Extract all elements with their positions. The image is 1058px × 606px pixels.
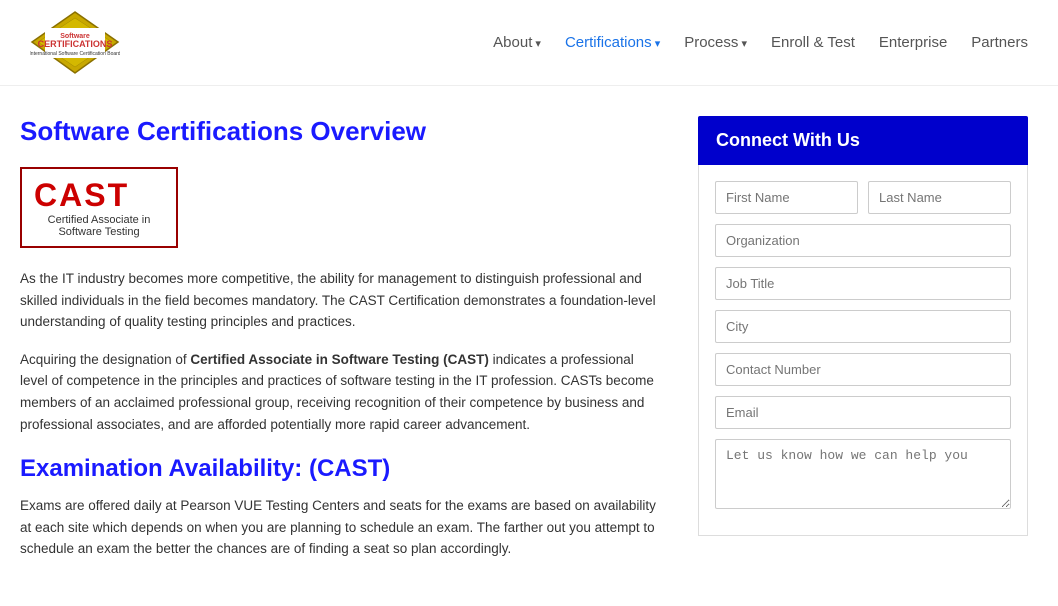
contact-number-row: [715, 353, 1011, 386]
svg-text:CERTIFICATIONS: CERTIFICATIONS: [38, 39, 113, 49]
organization-input[interactable]: [715, 224, 1011, 257]
logo-container[interactable]: Software CERTIFICATIONS International So…: [30, 10, 120, 75]
job-title-input[interactable]: [715, 267, 1011, 300]
cast-logo-box: CAST Certified Associate in Software Tes…: [20, 167, 178, 248]
nav-enterprise[interactable]: Enterprise: [879, 34, 947, 51]
right-sidebar: Connect With Us: [698, 116, 1028, 576]
organization-row: [715, 224, 1011, 257]
paragraph-3: Exams are offered daily at Pearson VUE T…: [20, 495, 658, 560]
logo-icon: Software CERTIFICATIONS International So…: [30, 10, 120, 75]
message-row: [715, 439, 1011, 509]
message-textarea[interactable]: [715, 439, 1011, 509]
paragraph-2-bold: Certified Associate in Software Testing …: [190, 352, 489, 367]
last-name-input[interactable]: [868, 181, 1011, 214]
contact-number-input[interactable]: [715, 353, 1011, 386]
left-content: Software Certifications Overview CAST Ce…: [20, 116, 698, 576]
connect-form: [698, 165, 1028, 536]
svg-text:International Software Certifi: International Software Certification Boa…: [30, 51, 120, 57]
paragraph-2: Acquiring the designation of Certified A…: [20, 349, 658, 435]
name-row: [715, 181, 1011, 214]
email-row: [715, 396, 1011, 429]
page-title: Software Certifications Overview: [20, 116, 658, 147]
nav-enroll-test[interactable]: Enroll & Test: [771, 34, 855, 51]
cast-logo-text: CAST: [34, 177, 164, 214]
main-header: Software CERTIFICATIONS International So…: [0, 0, 1058, 86]
first-name-input[interactable]: [715, 181, 858, 214]
nav-about[interactable]: About: [493, 34, 541, 51]
job-title-row: [715, 267, 1011, 300]
paragraph-2-prefix: Acquiring the designation of: [20, 352, 190, 367]
city-row: [715, 310, 1011, 343]
section-2-title: Examination Availability: (CAST): [20, 455, 658, 483]
main-nav: About Certifications Process Enroll & Te…: [493, 34, 1028, 51]
cast-logo-subtitle: Certified Associate in Software Testing: [34, 214, 164, 238]
paragraph-1: As the IT industry becomes more competit…: [20, 268, 658, 333]
nav-partners[interactable]: Partners: [971, 34, 1028, 51]
city-input[interactable]: [715, 310, 1011, 343]
connect-header: Connect With Us: [698, 116, 1028, 165]
nav-certifications[interactable]: Certifications: [565, 34, 660, 51]
main-content: Software Certifications Overview CAST Ce…: [0, 86, 1058, 606]
email-input[interactable]: [715, 396, 1011, 429]
nav-process[interactable]: Process: [684, 34, 747, 51]
